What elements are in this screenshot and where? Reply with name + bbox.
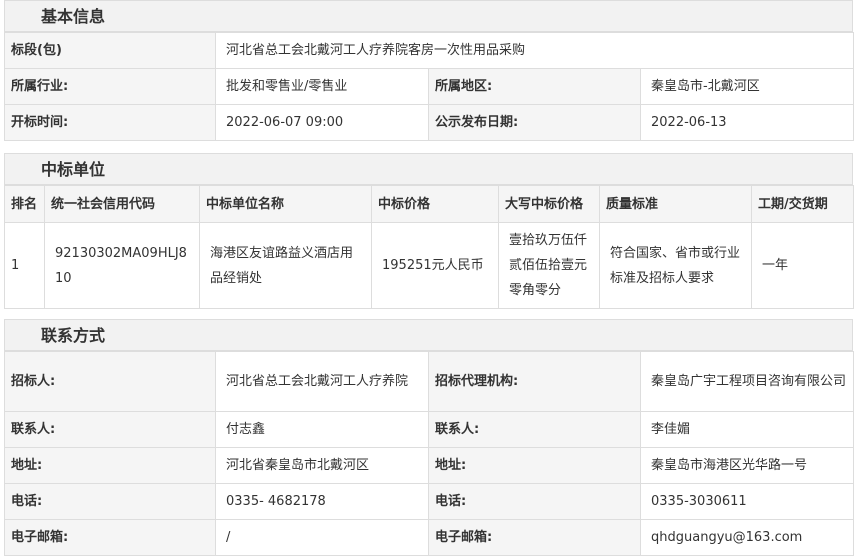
bid-value: 河北省总工会北戴河工人疗养院客房一次性用品采购 xyxy=(214,32,855,69)
agency-address-label: 地址: xyxy=(428,447,641,484)
agency-value: 秦皇岛广宇工程项目咨询有限公司 xyxy=(640,351,854,412)
agency-phone-label: 电话: xyxy=(428,483,641,520)
bid-label: 标段(包) xyxy=(4,32,216,69)
basic-info-table: 标段(包) 河北省总工会北戴河工人疗养院客房一次性用品采购 所属行业: 批发和零… xyxy=(4,32,855,141)
price-upper-cell: 壹拾玖万伍仟贰佰伍拾壹元零角零分 xyxy=(498,222,600,309)
phone-label: 电话: xyxy=(4,483,216,520)
email-label: 电子邮箱: xyxy=(4,519,216,556)
table-row: 1 92130302MA09HLJ810 海港区友谊路益义酒店用品经销处 195… xyxy=(4,222,854,309)
contact-person-value: 付志鑫 xyxy=(215,411,429,448)
table-row: 招标人: 河北省总工会北戴河工人疗养院 招标代理机构: 秦皇岛广宇工程项目咨询有… xyxy=(4,351,854,412)
table-row: 联系人: 付志鑫 联系人: 李佳媚 xyxy=(4,411,854,448)
contact-title: 联系方式 xyxy=(4,319,853,351)
period-cell: 一年 xyxy=(751,222,854,309)
email-value: / xyxy=(215,519,429,556)
agency-phone-value: 0335-3030611 xyxy=(640,483,854,520)
region-label: 所属地区: xyxy=(428,68,641,105)
agency-email-value: qhdguangyu@163.com xyxy=(640,519,854,556)
industry-value: 批发和零售业/零售业 xyxy=(215,68,429,105)
address-value: 河北省秦皇岛市北戴河区 xyxy=(215,447,429,484)
rank-cell: 1 xyxy=(4,222,45,309)
table-row: 所属行业: 批发和零售业/零售业 所属地区: 秦皇岛市-北戴河区 xyxy=(4,68,855,105)
col-header-period: 工期/交货期 xyxy=(751,185,854,223)
table-row: 开标时间: 2022-06-07 09:00 公示发布日期: 2022-06-1… xyxy=(4,104,855,141)
col-header-price-upper: 大写中标价格 xyxy=(498,185,600,223)
publish-date-label: 公示发布日期: xyxy=(428,104,641,141)
region-value: 秦皇岛市-北戴河区 xyxy=(639,68,855,105)
contact-person-label: 联系人: xyxy=(4,411,216,448)
contact-section: 联系方式 招标人: 河北省总工会北戴河工人疗养院 招标代理机构: 秦皇岛广宇工程… xyxy=(4,319,854,556)
phone-value: 0335- 4682178 xyxy=(215,483,429,520)
quality-cell: 符合国家、省市或行业标准及招标人要求 xyxy=(599,222,752,309)
winner-title: 中标单位 xyxy=(4,153,853,185)
table-row: 电话: 0335- 4682178 电话: 0335-3030611 xyxy=(4,483,854,520)
col-header-rank: 排名 xyxy=(4,185,45,223)
winner-section: 中标单位 排名 统一社会信用代码 中标单位名称 中标价格 大写中标价格 质量标准… xyxy=(4,153,854,309)
col-header-price: 中标价格 xyxy=(371,185,499,223)
agency-contact-value: 李佳媚 xyxy=(640,411,854,448)
col-header-credit-code: 统一社会信用代码 xyxy=(44,185,200,223)
credit-code-cell: 92130302MA09HLJ810 xyxy=(44,222,200,309)
agency-contact-label: 联系人: xyxy=(428,411,641,448)
contact-table: 招标人: 河北省总工会北戴河工人疗养院 招标代理机构: 秦皇岛广宇工程项目咨询有… xyxy=(4,351,854,556)
col-header-quality: 质量标准 xyxy=(599,185,752,223)
table-row: 电子邮箱: / 电子邮箱: qhdguangyu@163.com xyxy=(4,519,854,556)
tenderer-label: 招标人: xyxy=(4,351,216,412)
tenderer-value: 河北省总工会北戴河工人疗养院 xyxy=(215,351,429,412)
publish-date-value: 2022-06-13 xyxy=(639,104,855,141)
table-row: 地址: 河北省秦皇岛市北戴河区 地址: 秦皇岛市海港区光华路一号 xyxy=(4,447,854,484)
agency-email-label: 电子邮箱: xyxy=(428,519,641,556)
table-row: 标段(包) 河北省总工会北戴河工人疗养院客房一次性用品采购 xyxy=(4,32,855,69)
agency-label: 招标代理机构: xyxy=(428,351,641,412)
price-cell: 195251元人民币 xyxy=(371,222,499,309)
table-header-row: 排名 统一社会信用代码 中标单位名称 中标价格 大写中标价格 质量标准 工期/交… xyxy=(4,185,854,223)
agency-address-value: 秦皇岛市海港区光华路一号 xyxy=(640,447,854,484)
industry-label: 所属行业: xyxy=(4,68,216,105)
open-time-value: 2022-06-07 09:00 xyxy=(215,104,429,141)
open-time-label: 开标时间: xyxy=(4,104,216,141)
basic-info-section: 基本信息 标段(包) 河北省总工会北戴河工人疗养院客房一次性用品采购 所属行业:… xyxy=(4,0,855,141)
col-header-name: 中标单位名称 xyxy=(199,185,372,223)
winner-table: 排名 统一社会信用代码 中标单位名称 中标价格 大写中标价格 质量标准 工期/交… xyxy=(4,185,854,309)
address-label: 地址: xyxy=(4,447,216,484)
winner-name-cell: 海港区友谊路益义酒店用品经销处 xyxy=(199,222,372,309)
basic-info-title: 基本信息 xyxy=(4,0,853,32)
